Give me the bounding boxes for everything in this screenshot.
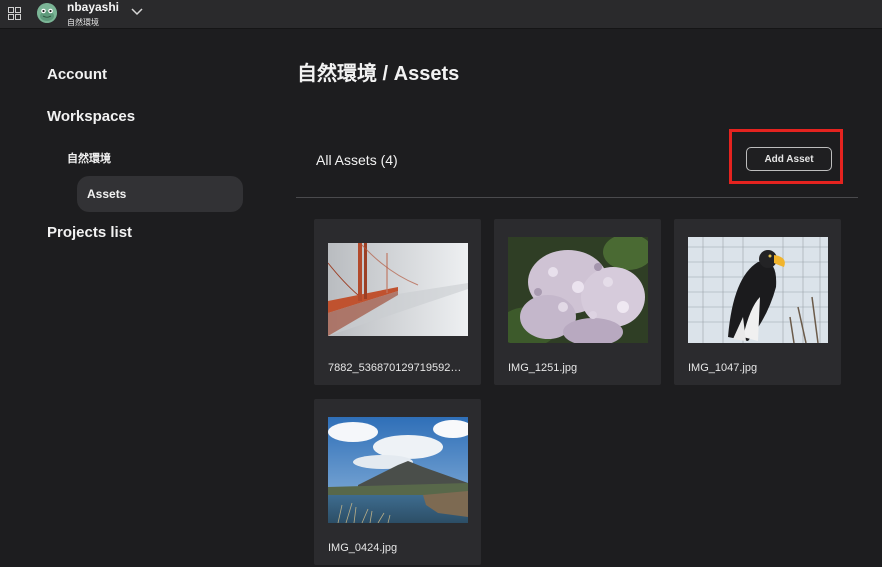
sidebar-item-workspaces[interactable]: Workspaces (47, 108, 135, 125)
asset-card[interactable]: IMG_0424.jpg (314, 399, 481, 565)
sidebar-item-projects[interactable]: Projects list (47, 224, 132, 241)
asset-thumbnail[interactable] (508, 237, 648, 343)
add-asset-button[interactable]: Add Asset (746, 147, 832, 171)
section-label: All Assets (4) (316, 152, 398, 168)
chevron-down-icon[interactable] (131, 7, 143, 17)
asset-card[interactable]: 7882_536870129719592… (314, 219, 481, 385)
asset-thumbnail[interactable] (328, 417, 468, 523)
grid-icon[interactable] (8, 7, 21, 20)
sidebar-item-workspace[interactable]: 自然環境 (67, 150, 111, 166)
asset-card[interactable]: IMG_1047.jpg (674, 219, 841, 385)
sidebar-item-account[interactable]: Account (47, 66, 107, 83)
asset-filename: IMG_0424.jpg (328, 542, 398, 554)
asset-thumbnail[interactable] (328, 243, 468, 336)
asset-filename: 7882_536870129719592… (328, 362, 462, 374)
sidebar-item-assets[interactable]: Assets (77, 176, 243, 212)
user-name[interactable]: nbayashi (67, 0, 119, 14)
sidebar-item-label: Assets (87, 187, 127, 201)
top-bar: nbayashi 自然環境 (0, 0, 882, 29)
asset-card[interactable]: IMG_1251.jpg (494, 219, 661, 385)
divider (296, 197, 858, 198)
current-workspace: 自然環境 (67, 18, 99, 27)
asset-thumbnail[interactable] (688, 237, 828, 343)
avatar[interactable] (37, 3, 57, 23)
page-title: 自然環境 / Assets (297, 63, 460, 85)
asset-filename: IMG_1251.jpg (508, 362, 578, 374)
asset-filename: IMG_1047.jpg (688, 362, 758, 374)
